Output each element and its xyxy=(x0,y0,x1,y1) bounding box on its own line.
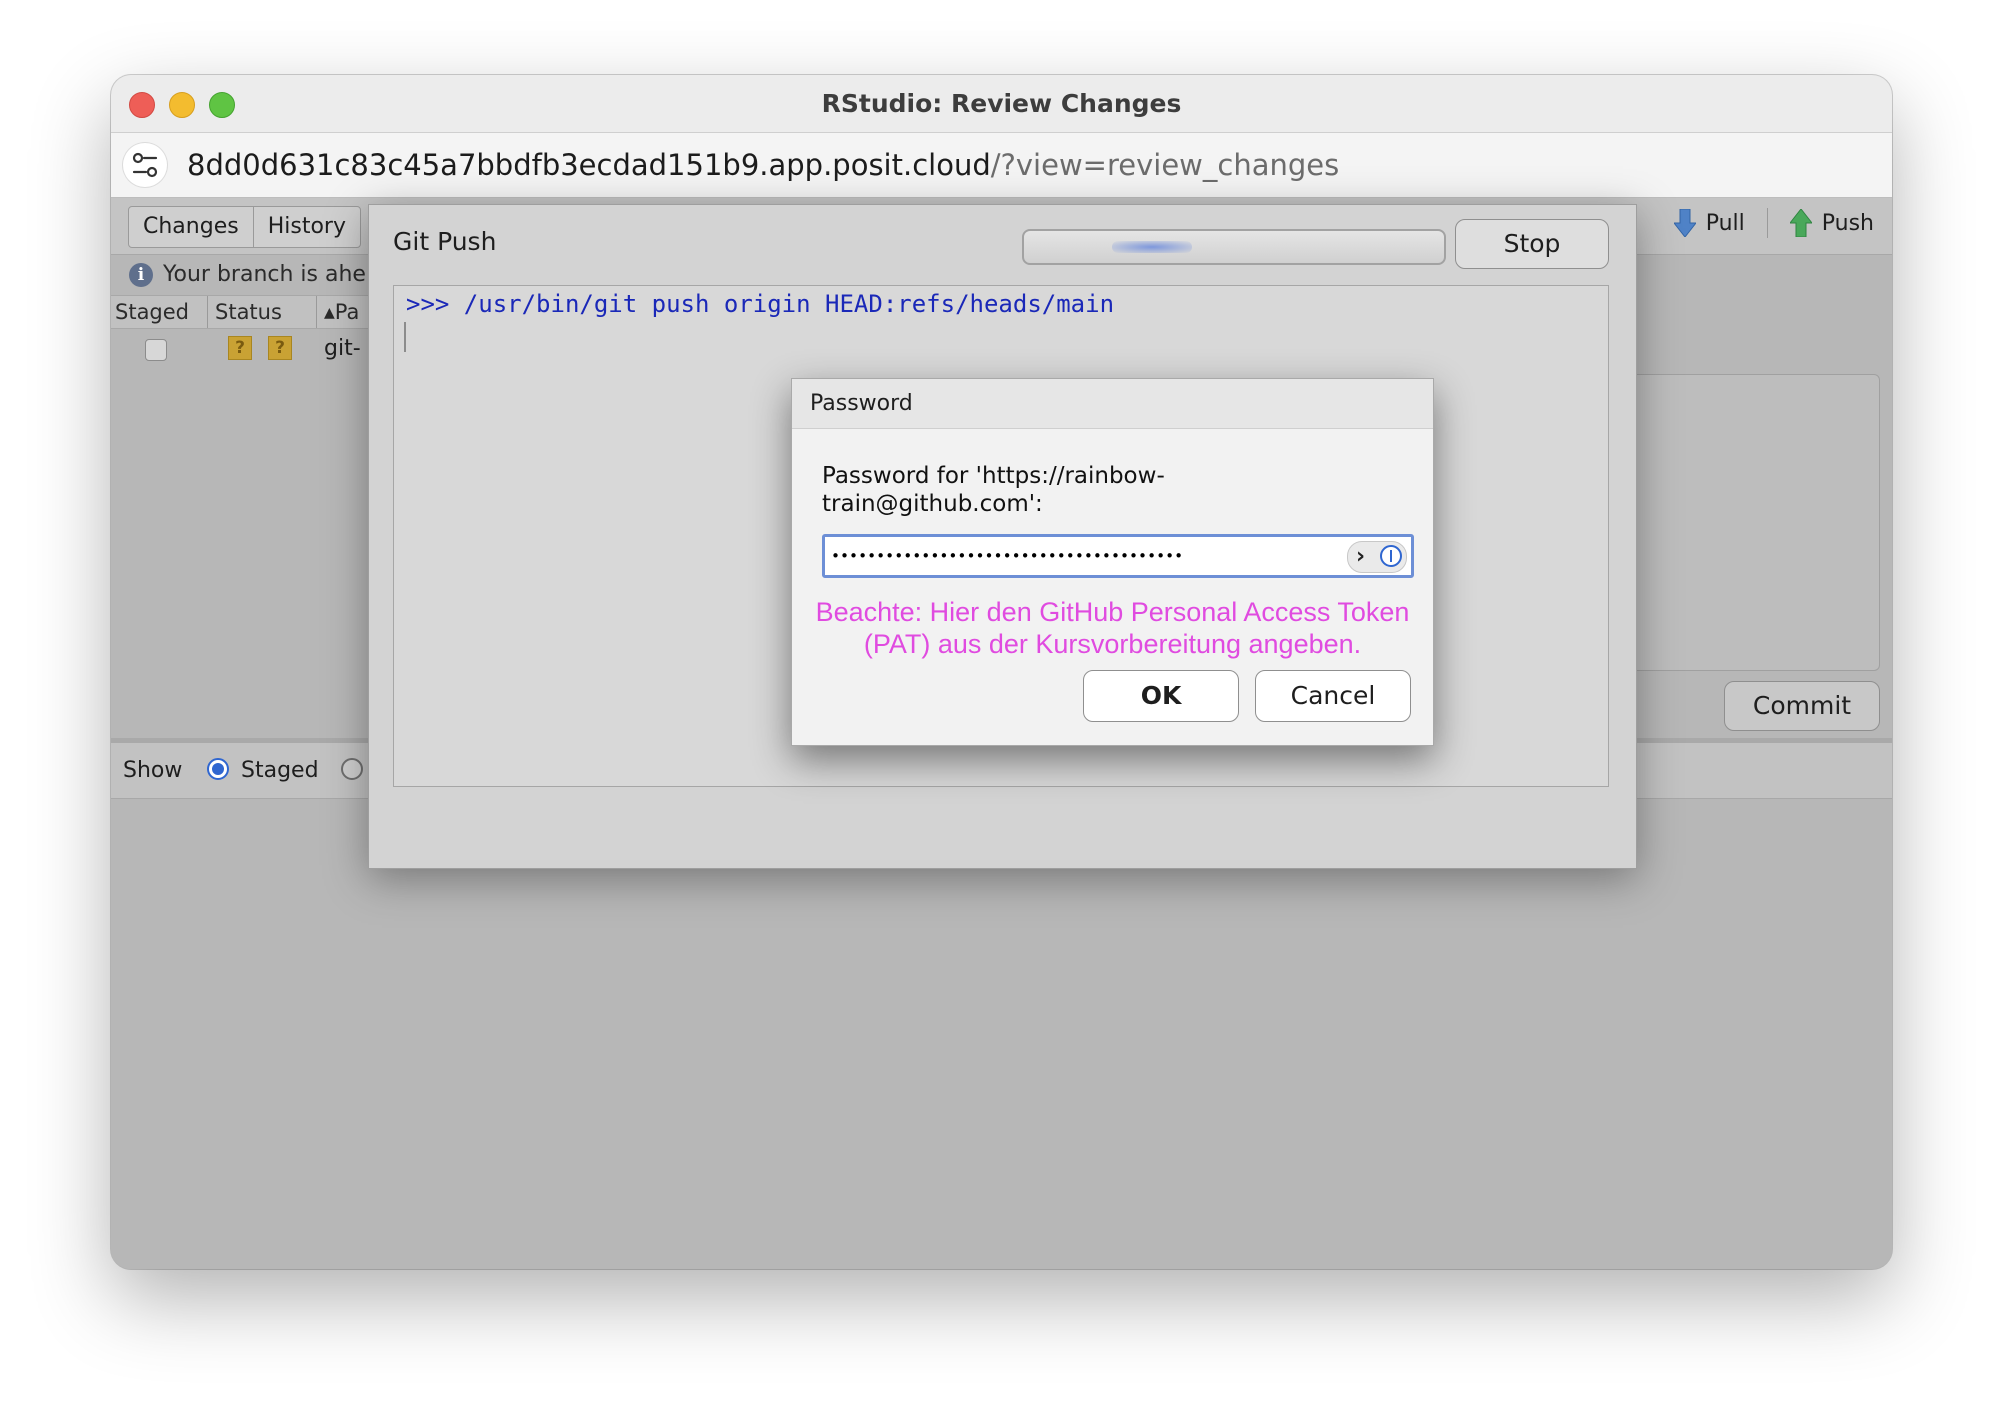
column-path[interactable]: ▲ Pa xyxy=(324,296,359,331)
pull-arrow-icon xyxy=(1673,209,1696,237)
untracked-status-icon: ? xyxy=(228,336,252,360)
pull-button[interactable]: Pull xyxy=(1673,209,1745,237)
url-path: /?view=review_changes xyxy=(990,148,1340,182)
sort-ascending-icon: ▲ xyxy=(324,305,335,321)
staged-radio-label: Staged xyxy=(241,758,319,783)
password-manager-button[interactable]: › xyxy=(1347,541,1407,573)
file-list-header: Staged Status ▲ Pa xyxy=(111,295,411,329)
push-arrow-icon xyxy=(1789,209,1812,237)
url-text[interactable]: 8dd0d631c83c45a7bbdfb3ecdad151b9.app.pos… xyxy=(187,133,1339,197)
pat-annotation: Beachte: Hier den GitHub Personal Access… xyxy=(792,596,1433,660)
password-prompt-line-1: Password for 'https://rainbow- xyxy=(822,463,1165,489)
tab-history[interactable]: History xyxy=(254,207,360,247)
chevron-right-icon: › xyxy=(1356,544,1366,569)
info-icon: i xyxy=(129,263,153,287)
password-prompt-line-2: train@github.com': xyxy=(822,491,1043,517)
column-divider xyxy=(316,296,317,328)
column-staged[interactable]: Staged xyxy=(115,296,189,328)
view-tabs: Changes History xyxy=(128,206,361,248)
password-prompt: Password for 'https://rainbow- train@git… xyxy=(822,462,1242,518)
branch-status-text: Your branch is ahe xyxy=(163,262,366,287)
console-caret xyxy=(404,322,406,352)
password-masked-value: ••••••••••••••••••••••••••••••••••••••• xyxy=(831,547,1184,565)
url-host: 8dd0d631c83c45a7bbdfb3ecdad151b9.app.pos… xyxy=(187,148,991,182)
unstaged-radio[interactable] xyxy=(341,758,363,780)
pull-label: Pull xyxy=(1705,210,1745,236)
staged-radio[interactable] xyxy=(207,758,229,780)
ok-button[interactable]: OK xyxy=(1083,670,1239,722)
window-title: RStudio: Review Changes xyxy=(821,89,1182,118)
password-manager-icon xyxy=(1380,545,1402,567)
stop-button[interactable]: Stop xyxy=(1455,219,1609,269)
url-bar: 8dd0d631c83c45a7bbdfb3ecdad151b9.app.pos… xyxy=(111,133,1892,198)
file-row[interactable]: ? ? git- xyxy=(111,329,411,369)
staged-checkbox[interactable] xyxy=(145,339,167,361)
pull-push-group: Pull Push xyxy=(1652,208,1874,238)
toolbar-divider xyxy=(1766,208,1768,238)
column-status[interactable]: Status xyxy=(215,296,282,328)
progress-indicator xyxy=(1112,241,1192,253)
title-bar: RStudio: Review Changes xyxy=(111,75,1892,133)
push-button[interactable]: Push xyxy=(1789,209,1874,237)
show-label: Show xyxy=(123,758,183,783)
commit-message-input[interactable] xyxy=(1618,374,1880,671)
commit-button[interactable]: Commit xyxy=(1724,681,1880,731)
column-path-label: Pa xyxy=(334,300,360,324)
pat-annotation-line-2: (PAT) aus der Kursvorbereitung angeben. xyxy=(863,629,1362,659)
column-divider xyxy=(207,296,208,328)
progress-bar xyxy=(1022,229,1446,265)
password-dialog-header: Password xyxy=(792,379,1433,429)
password-input[interactable]: ••••••••••••••••••••••••••••••••••••••• … xyxy=(822,534,1414,578)
console-command-line: >>> /usr/bin/git push origin HEAD:refs/h… xyxy=(406,290,1115,318)
password-dialog-title: Password xyxy=(810,391,913,416)
push-label: Push xyxy=(1821,210,1874,236)
cancel-button[interactable]: Cancel xyxy=(1255,670,1411,722)
tab-changes[interactable]: Changes xyxy=(129,207,254,247)
rstudio-window: RStudio: Review Changes 8dd0d631c83c45a7… xyxy=(111,75,1892,1269)
site-settings-icon[interactable] xyxy=(123,143,167,187)
git-push-title: Git Push xyxy=(393,227,497,256)
untracked-status-icon: ? xyxy=(268,336,292,360)
pat-annotation-line-1: Beachte: Hier den GitHub Personal Access… xyxy=(815,597,1410,627)
file-path: git- xyxy=(324,336,361,361)
password-dialog: Password Password for 'https://rainbow- … xyxy=(791,378,1434,746)
